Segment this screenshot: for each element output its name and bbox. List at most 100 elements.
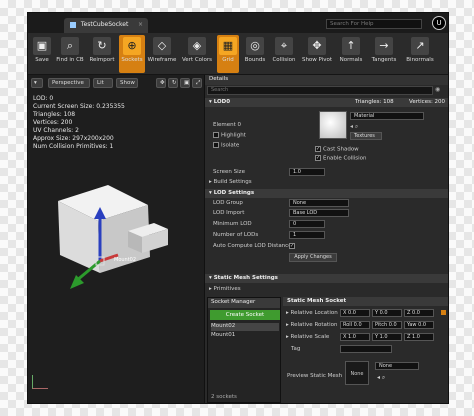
material-thumbnail[interactable]	[319, 111, 347, 139]
lod-group-dropdown[interactable]: None	[289, 199, 349, 207]
socket-manager-tab[interactable]: Socket Manager	[208, 298, 280, 308]
section-lod-settings[interactable]: ▾ LOD Settings	[205, 189, 448, 198]
reset-icon[interactable]	[441, 310, 446, 315]
location-z-field[interactable]: Z 0.0	[404, 309, 434, 317]
normals-button[interactable]: ↑ Normals	[337, 35, 365, 73]
auto-compute-label: Auto Compute LOD Distances	[213, 243, 295, 249]
relative-scale-label: ▸ Relative Scale	[286, 334, 330, 340]
collision-label: Collision	[272, 57, 296, 63]
pivot-icon: ✥	[308, 37, 326, 55]
auto-compute-row: Auto Compute LOD Distances ✓	[205, 242, 448, 251]
bounds-label: Bounds	[244, 57, 266, 63]
tag-field[interactable]	[340, 345, 392, 353]
close-icon[interactable]: ×	[138, 21, 143, 28]
toolbar: ▣ Save ⌕ Find in CB ↻ Reimport ⊕ Sockets ◇ Wi…	[28, 33, 448, 75]
static-mesh-settings-title: Static Mesh Settings	[213, 275, 278, 281]
tangents-icon: →	[375, 37, 393, 55]
viewport-scene	[58, 185, 168, 289]
enable-collision-checkbox[interactable]: ✓	[315, 155, 321, 161]
build-settings-row[interactable]: ▸ Build Settings	[205, 178, 448, 187]
socket-list-item[interactable]: Mount02	[211, 323, 279, 331]
help-search-input[interactable]: Search For Help	[326, 19, 422, 29]
isolate-checkbox[interactable]	[213, 142, 219, 148]
bounds-icon: ◎	[246, 37, 264, 55]
cast-shadow-checkbox[interactable]: ✓	[315, 146, 321, 152]
section-lod0[interactable]: ▾ LOD0 Triangles: 108 Vertices: 200	[205, 98, 448, 107]
create-socket-button[interactable]: Create Socket	[210, 310, 280, 320]
screen-size-row: Screen Size 1.0	[205, 168, 448, 177]
normals-label: Normals	[339, 57, 363, 63]
unreal-logo-icon: U	[432, 16, 446, 30]
vert-colors-icon: ◈	[188, 37, 206, 55]
relative-rotation-label: ▸ Relative Rotation	[286, 322, 338, 328]
socket-section-header[interactable]: Static Mesh Socket	[283, 297, 448, 306]
cast-shadow-label: Cast Shadow	[323, 146, 359, 153]
minimum-lod-field[interactable]: 0	[289, 220, 325, 228]
preview-browse-icon[interactable]: ◂ ⌕	[377, 374, 385, 382]
save-button[interactable]: ▣ Save	[30, 35, 54, 73]
wireframe-button[interactable]: ◇ Wireframe	[147, 35, 177, 73]
sockets-label: Sockets	[121, 57, 143, 63]
relative-rotation-row: ▸ Relative Rotation Roll 0.0 Pitch 0.0 Y…	[283, 321, 448, 330]
socket-manager-panel: Socket Manager Create Socket Mount02 Mou…	[207, 297, 281, 403]
relative-location-text: Relative Location	[290, 310, 338, 316]
reimport-button[interactable]: ↻ Reimport	[87, 35, 117, 73]
enable-collision-row: ✓ Enable Collision	[315, 154, 435, 163]
element-label: Element 0	[213, 122, 242, 128]
apply-changes-button[interactable]: Apply Changes	[289, 253, 337, 262]
highlight-label: Highlight	[221, 132, 246, 139]
material-dropdown[interactable]: Material	[350, 112, 424, 120]
scale-z-field[interactable]: Z 1.0	[404, 333, 434, 341]
scale-y-field[interactable]: Y 1.0	[372, 333, 402, 341]
lod-group-label: LOD Group	[213, 200, 243, 206]
primitives-row[interactable]: ▸ Primitives	[205, 285, 448, 294]
viewport[interactable]: ▾ Perspective Lit Show ✥ ↻ ▣ ⤢ LOD: 0 Cu…	[28, 75, 204, 403]
find-in-cb-button[interactable]: ⌕ Find in CB	[55, 35, 85, 73]
preview-mesh-thumbnail[interactable]: None	[345, 361, 369, 385]
rotation-pitch-field[interactable]: Pitch 0.0	[372, 321, 402, 329]
tag-row: Tag	[283, 345, 448, 354]
location-x-field[interactable]: X 0.0	[340, 309, 370, 317]
sockets-button[interactable]: ⊕ Sockets	[119, 35, 145, 73]
section-static-mesh-settings[interactable]: ▾ Static Mesh Settings	[205, 274, 448, 283]
relative-location-row: ▸ Relative Location X 0.0 Y 0.0 Z 0.0	[283, 309, 448, 318]
isolate-label: Isolate	[221, 142, 240, 149]
socket-list-item[interactable]: Mount01	[211, 332, 279, 340]
details-tab[interactable]: Details	[205, 75, 448, 85]
vert-colors-button[interactable]: ◈ Vert Colors	[180, 35, 214, 73]
minimum-lod-label: Minimum LOD	[213, 221, 252, 227]
editor-window: TestCubeSocket × Search For Help U ▣ Save…	[27, 12, 449, 404]
vert-colors-label: Vert Colors	[181, 57, 213, 63]
asset-tab[interactable]: TestCubeSocket ×	[64, 18, 148, 33]
rotation-yaw-field[interactable]: Yaw 0.0	[404, 321, 434, 329]
show-pivot-button[interactable]: ✥ Show Pivot	[300, 35, 334, 73]
relative-rotation-text: Relative Rotation	[290, 322, 338, 328]
tangents-button[interactable]: → Tangents	[368, 35, 400, 73]
title-bar: TestCubeSocket × Search For Help U	[28, 13, 448, 33]
eye-icon[interactable]: ◉	[435, 86, 443, 95]
lod-import-dropdown[interactable]: Base LOD	[289, 209, 349, 217]
normals-icon: ↑	[342, 37, 360, 55]
scale-x-field[interactable]: X 1.0	[340, 333, 370, 341]
grid-label: Grid	[222, 57, 234, 63]
screen-size-field[interactable]: 1.0	[289, 168, 325, 176]
textures-dropdown[interactable]: Textures	[350, 132, 382, 140]
bounds-button[interactable]: ◎ Bounds	[242, 35, 268, 73]
browse-icon[interactable]: ◂ ⌕	[350, 123, 358, 131]
highlight-checkbox[interactable]	[213, 132, 219, 138]
reimport-label: Reimport	[89, 57, 115, 63]
collision-button[interactable]: ⌖ Collision	[270, 35, 298, 73]
number-of-lods-row: Number of LODs 1	[205, 231, 448, 240]
details-search-input[interactable]: Search	[207, 86, 433, 95]
number-of-lods-field[interactable]: 1	[289, 231, 325, 239]
location-y-field[interactable]: Y 0.0	[372, 309, 402, 317]
binormals-button[interactable]: ↗ Binormals	[403, 35, 437, 73]
details-title: Details	[209, 76, 229, 82]
primitives-label: Primitives	[213, 286, 241, 292]
auto-compute-checkbox[interactable]: ✓	[289, 243, 295, 249]
screen-size-label: Screen Size	[213, 169, 245, 175]
rotation-roll-field[interactable]: Roll 0.0	[340, 321, 370, 329]
preview-mesh-dropdown[interactable]: None	[375, 362, 419, 370]
preview-mesh-label: Preview Static Mesh	[287, 373, 343, 379]
grid-button[interactable]: ▦ Grid	[217, 35, 239, 73]
